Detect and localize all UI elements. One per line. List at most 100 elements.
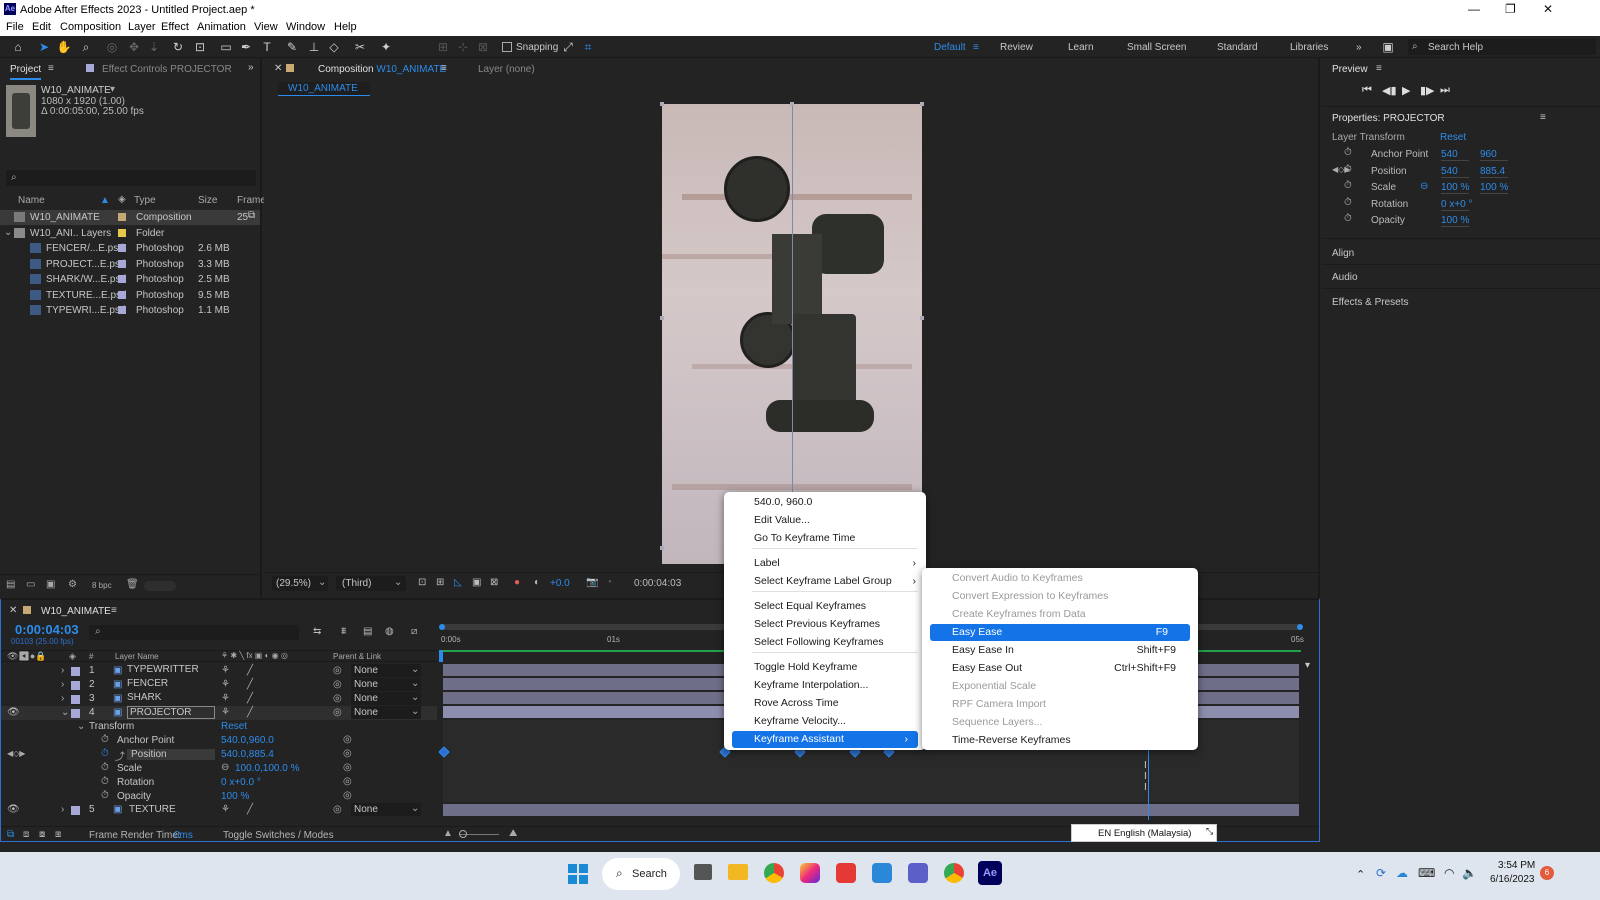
stopwatch-icon[interactable]: ⏱ <box>1344 164 1352 175</box>
anchor-tool-icon[interactable]: ⊡ <box>192 39 208 55</box>
restore-icon[interactable]: ❐ <box>1505 2 1516 16</box>
menu-help[interactable]: Help <box>334 21 357 33</box>
project-item-row[interactable]: W10_ANIMATE Composition 25 ⧉ <box>0 210 260 225</box>
timeline-property-opacity[interactable]: ⏱ Opacity 100 % ◎ <box>1 790 437 804</box>
context-menu-item-select-equal-keyframes[interactable]: Select Equal Keyframes <box>724 598 926 615</box>
parent-dropdown[interactable]: None ⌄ <box>351 692 421 705</box>
snap-edges-icon[interactable]: ⤢ <box>560 39 576 55</box>
region-of-interest-icon[interactable]: ▣ <box>472 577 481 588</box>
menu-view[interactable]: View <box>254 21 278 33</box>
label-color-swatch[interactable] <box>118 228 126 237</box>
layer-name[interactable]: TYPEWRITTER <box>127 664 199 675</box>
pen-tool-icon[interactable]: ✒ <box>238 39 254 55</box>
chevron-right-icon[interactable]: › <box>61 665 64 676</box>
teams-icon[interactable] <box>908 863 928 883</box>
property-value-2[interactable]: 885.4 <box>1480 166 1508 178</box>
submenu-item-easy-ease-in[interactable]: Easy Ease In Shift+F9 <box>922 642 1198 659</box>
resolution-dropdown[interactable]: (Third) ⌄ <box>336 576 406 591</box>
stopwatch-icon[interactable]: ⏱ <box>101 734 109 745</box>
instagram-icon[interactable] <box>800 863 820 883</box>
windows-start-icon[interactable] <box>568 864 588 884</box>
snapping-checkbox[interactable] <box>502 42 512 52</box>
layer-name[interactable]: FENCER <box>127 678 168 689</box>
flowchart-icon[interactable]: ⧉ <box>248 210 255 221</box>
shy-switch-icon[interactable]: ⚘ <box>221 707 230 718</box>
project-item-row[interactable]: ⌄ W10_ANI.. Layers Folder <box>0 226 260 241</box>
pickwhip-icon[interactable]: ◎ <box>333 707 342 718</box>
selection-tool-icon[interactable]: ➤ <box>36 39 52 55</box>
stopwatch-icon[interactable]: ⏱ <box>1344 197 1352 208</box>
layer-name[interactable]: TEXTURE <box>129 804 176 815</box>
dolly-tool-icon[interactable]: ⇣ <box>146 39 162 55</box>
column-size[interactable]: Size <box>198 195 217 210</box>
next-frame-icon[interactable]: ▮▶ <box>1420 84 1435 97</box>
menu-animation[interactable]: Animation <box>197 21 246 33</box>
snap-features-icon[interactable]: ⌗ <box>580 39 596 55</box>
timeline-property-rotation[interactable]: ⏱ Rotation 0 x+0.0 ° ◎ <box>1 776 437 790</box>
project-settings-icon[interactable]: ⚙ <box>68 579 77 590</box>
play-icon[interactable]: ▶ <box>1402 84 1410 97</box>
graph-icon[interactable]: ⤴ <box>115 748 125 763</box>
property-value[interactable]: 540.0,885.4 <box>221 749 274 760</box>
context-menu-item-go-to-keyframe-time[interactable]: Go To Keyframe Time <box>724 530 926 547</box>
property-value[interactable]: 0 x+0.0 ° <box>221 777 261 788</box>
context-menu-item-rove-across-time[interactable]: Rove Across Time <box>724 695 926 712</box>
exposure-value[interactable]: +0.0 <box>550 578 570 589</box>
bounding-handle[interactable] <box>660 316 664 320</box>
project-menu-icon[interactable]: ≡ <box>48 63 54 74</box>
comp-end-marker-icon[interactable]: ▾ <box>1305 660 1310 671</box>
roto-tool-icon[interactable]: ✂ <box>352 39 368 55</box>
label-column-icon[interactable]: ◈ <box>69 651 76 662</box>
chevron-right-icon[interactable]: › <box>61 693 64 704</box>
property-value-2[interactable]: 960 <box>1480 149 1508 161</box>
tray-sync-icon[interactable]: ⟳ <box>1376 866 1386 880</box>
chrome-profile-icon[interactable] <box>944 863 964 883</box>
workspace-default[interactable]: Default <box>934 42 966 53</box>
menu-window[interactable]: Window <box>286 21 325 33</box>
taskbar-search[interactable]: ⌕ Search <box>602 858 680 890</box>
project-search-input[interactable]: ⌕ <box>6 170 256 186</box>
zoom-tool-icon[interactable]: ⌕ <box>78 39 94 55</box>
previous-frame-icon[interactable]: ◀▮ <box>1382 84 1397 97</box>
pickwhip-icon[interactable]: ◎ <box>333 804 342 815</box>
workspace-overflow-icon[interactable]: » <box>1356 42 1362 53</box>
close-tab-icon[interactable]: ✕ <box>9 605 17 616</box>
axis-world-icon[interactable]: ⊹ <box>455 39 471 55</box>
expression-pickwhip-icon[interactable]: ◎ <box>343 762 352 773</box>
quality-switch-icon[interactable]: ╱ <box>247 665 253 676</box>
frame-blending-icon[interactable]: ◍ <box>385 626 394 637</box>
search-help-field[interactable]: ⌕ Search Help <box>1408 39 1596 55</box>
label-color-swatch[interactable] <box>118 259 126 268</box>
first-frame-icon[interactable]: ⏮ <box>1362 84 1372 97</box>
tab-effect-controls[interactable]: Effect Controls PROJECTOR <box>102 64 232 75</box>
panel-overflow-icon[interactable]: » <box>248 62 254 73</box>
label-color-swatch[interactable] <box>118 306 126 314</box>
project-item-row[interactable]: SHARK/W...E.psd Photoshop 2.5 MB <box>0 272 260 287</box>
label-color-swatch[interactable] <box>118 244 126 252</box>
comp-menu-icon[interactable]: ≡ <box>441 63 447 74</box>
bounding-handle[interactable] <box>920 316 924 320</box>
new-comp-icon[interactable]: ▣ <box>46 579 55 590</box>
menu-effect[interactable]: Effect <box>161 21 189 33</box>
time-zoom-handle[interactable] <box>459 830 467 838</box>
workspace-standard[interactable]: Standard <box>1217 42 1258 53</box>
color-management-icon[interactable]: ◐ <box>534 577 540 588</box>
workspace-review[interactable]: Review <box>1000 42 1033 53</box>
context-menu-item-keyframe-velocity[interactable]: Keyframe Velocity... <box>724 713 926 730</box>
panel-layout-icon[interactable]: ▣ <box>1380 39 1396 55</box>
comp-dropdown-icon[interactable]: ▾ <box>110 84 115 95</box>
pickwhip-icon[interactable]: ◎ <box>333 665 342 676</box>
expression-pickwhip-icon[interactable]: ◎ <box>343 748 352 759</box>
last-frame-icon[interactable]: ⏭ <box>1440 84 1450 97</box>
tab-project[interactable]: Project <box>10 64 42 80</box>
section-align[interactable]: Align <box>1332 248 1354 259</box>
layer-name[interactable]: PROJECTOR <box>127 706 215 719</box>
in-out-icon[interactable]: ⧇ <box>39 829 45 840</box>
quality-switch-icon[interactable]: ╱ <box>247 707 253 718</box>
switches-icon[interactable]: ⚘ ✱ ╲ fx ▣ ◐ ◉ ◎ <box>221 651 288 660</box>
clock-time[interactable]: 3:54 PM <box>1498 860 1535 871</box>
close-icon[interactable]: ✕ <box>1543 2 1553 16</box>
label-color-swatch[interactable] <box>118 290 126 299</box>
submenu-item-easy-ease[interactable]: Easy Ease F9 <box>930 624 1190 641</box>
menu-file[interactable]: File <box>6 21 24 33</box>
